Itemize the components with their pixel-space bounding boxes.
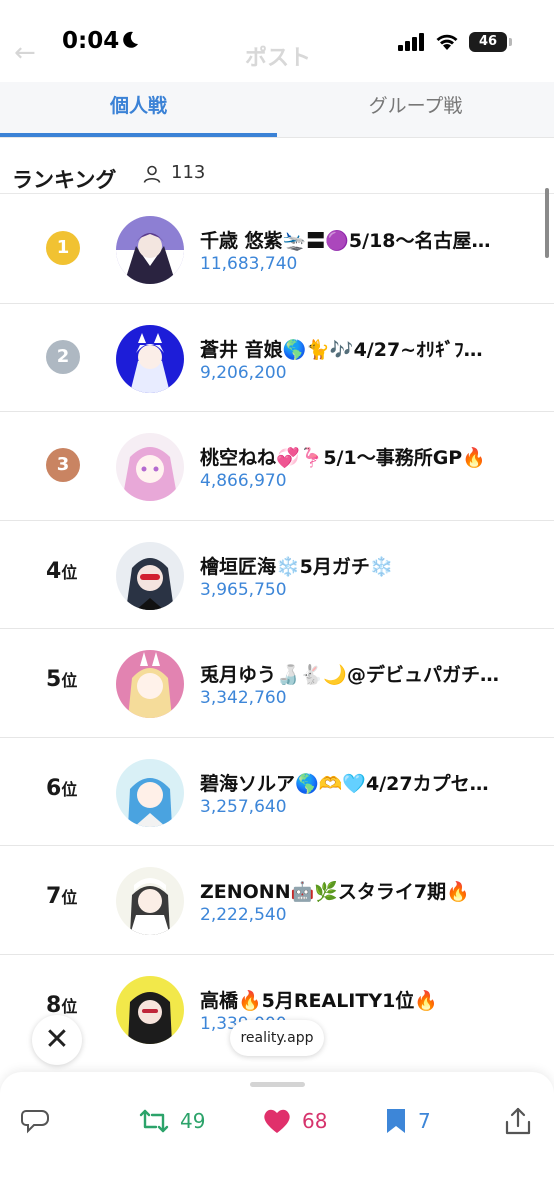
entry-score: 3,965,750 bbox=[200, 579, 287, 600]
rank-number: 4位 bbox=[46, 558, 78, 584]
ranking-tabs: 個人戦 グループ戦 bbox=[0, 82, 554, 138]
wifi-icon bbox=[434, 31, 460, 55]
bookmark-icon bbox=[387, 1109, 405, 1133]
entry-name: 碧海ソルア🌎🫶🩵4/27カプセ… bbox=[200, 772, 489, 795]
participant-count: 113 bbox=[171, 162, 206, 183]
entry-name: 蒼井 音娘🌎🐈🎶4/27~ｵﾘｷﾞﾌ… bbox=[200, 338, 483, 361]
avatar bbox=[116, 650, 184, 718]
sheet-grabber[interactable] bbox=[250, 1082, 305, 1087]
entry-name: 桃空ねね💞🦩5/1〜事務所GP🔥 bbox=[200, 447, 486, 469]
background-header-title: ポスト bbox=[245, 46, 312, 71]
entry-name: 千歳 悠紫🛬〓🟣5/18〜名古屋… bbox=[200, 230, 491, 252]
rank-number: 7位 bbox=[46, 884, 78, 909]
ranking-row[interactable]: 7位 ZENONN🤖🌿スタライ7期🔥 2,222,540 bbox=[0, 846, 554, 955]
person-icon bbox=[143, 165, 161, 187]
entry-name: 高橋🔥5月REALITY1位🔥 bbox=[200, 989, 438, 1012]
retweet-button[interactable]: 49 bbox=[138, 1106, 205, 1136]
avatar bbox=[116, 433, 184, 501]
entry-name: 兎月ゆう🍶🐇🌙@デビュパガチ… bbox=[200, 664, 499, 686]
scrollbar[interactable] bbox=[545, 188, 549, 258]
avatar bbox=[116, 758, 184, 827]
close-button[interactable]: ✕ bbox=[32, 1015, 82, 1065]
avatar bbox=[116, 541, 184, 610]
rank-number: 8位 bbox=[46, 992, 78, 1018]
ranking-row[interactable]: 2 蒼井 音娘🌎🐈🎶4/27~ｵﾘｷﾞﾌ… 9,206,200 bbox=[0, 304, 554, 412]
ranking-row[interactable]: 1 千歳 悠紫🛬〓🟣5/18〜名古屋… 11,683,740 bbox=[0, 195, 554, 304]
battery-level: 46 bbox=[469, 32, 507, 52]
bronze-medal-icon: 3 bbox=[46, 448, 80, 482]
ranking-header: ランキング bbox=[0, 152, 554, 194]
action-bar: 49 68 7 bbox=[0, 1072, 554, 1200]
heart-icon bbox=[264, 1109, 290, 1133]
entry-score: 2,222,540 bbox=[200, 905, 287, 925]
avatar bbox=[116, 324, 184, 393]
entry-score: 9,206,200 bbox=[200, 362, 287, 383]
ranking-row[interactable]: 5位 兎月ゆう🍶🐇🌙@デビュパガチ… 3,342,760 bbox=[0, 629, 554, 738]
reply-icon bbox=[21, 1110, 49, 1134]
entry-score: 4,866,970 bbox=[200, 471, 287, 491]
silver-medal-icon: 2 bbox=[46, 339, 80, 374]
rank-number: 6位 bbox=[46, 775, 78, 801]
tab-group[interactable]: グループ戦 bbox=[277, 82, 554, 137]
back-arrow-icon: ← bbox=[14, 38, 36, 68]
bookmark-count: 7 bbox=[418, 1109, 431, 1133]
retweet-icon bbox=[139, 1109, 169, 1133]
entry-score: 3,342,760 bbox=[200, 688, 287, 708]
ranking-title: ランキング bbox=[12, 168, 117, 192]
avatar bbox=[116, 216, 184, 284]
domain-pill[interactable]: reality.app bbox=[230, 1020, 324, 1056]
status-bar: ← ポスト 0:04 46 bbox=[0, 0, 554, 82]
tab-individual[interactable]: 個人戦 bbox=[0, 82, 277, 137]
ranking-list: 1 千歳 悠紫🛬〓🟣5/18〜名古屋… 11,683,740 2 蒼井 音娘🌎🐈… bbox=[0, 195, 554, 1060]
entry-name: 檜垣匠海❄️5月ガチ❄️ bbox=[200, 555, 394, 578]
reply-button[interactable] bbox=[20, 1106, 50, 1136]
ranking-row[interactable]: 3 桃空ねね💞🦩5/1〜事務所GP🔥 4,866,970 bbox=[0, 412, 554, 521]
ranking-row[interactable]: 6位 碧海ソルア🌎🫶🩵4/27カプセ… 3,257,640 bbox=[0, 738, 554, 846]
entry-name: ZENONN🤖🌿スタライ7期🔥 bbox=[200, 881, 470, 903]
cellular-signal-icon bbox=[398, 33, 426, 55]
status-time: 0:04 bbox=[62, 28, 120, 54]
bookmark-button[interactable]: 7 bbox=[384, 1106, 431, 1136]
entry-score: 11,683,740 bbox=[200, 254, 298, 274]
ranking-row[interactable]: 4位 檜垣匠海❄️5月ガチ❄️ 3,965,750 bbox=[0, 521, 554, 629]
gold-medal-icon: 1 bbox=[46, 231, 80, 265]
like-count: 68 bbox=[302, 1109, 328, 1133]
avatar bbox=[116, 867, 184, 935]
rank-number: 5位 bbox=[46, 667, 78, 692]
moon-icon bbox=[120, 30, 140, 54]
like-button[interactable]: 68 bbox=[262, 1106, 327, 1136]
avatar bbox=[116, 975, 184, 1044]
share-icon bbox=[505, 1107, 531, 1135]
entry-score: 3,257,640 bbox=[200, 796, 287, 817]
share-button[interactable] bbox=[504, 1106, 532, 1136]
battery-tip bbox=[509, 38, 512, 46]
retweet-count: 49 bbox=[180, 1109, 206, 1133]
